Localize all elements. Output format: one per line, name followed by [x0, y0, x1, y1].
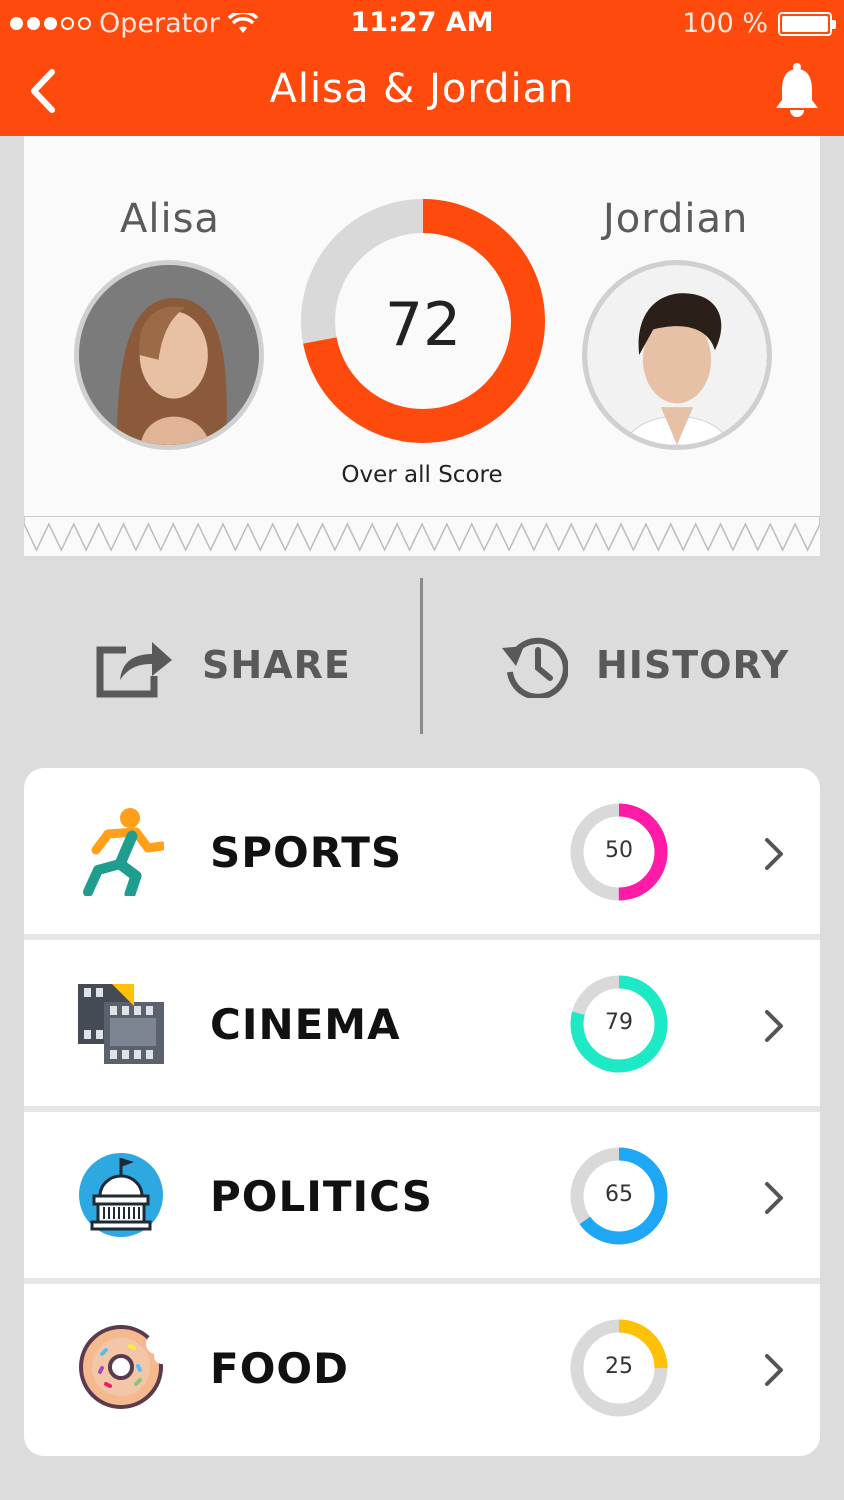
category-score: 50 [605, 838, 633, 863]
action-divider [420, 578, 423, 734]
category-label: SPORTS [210, 828, 403, 877]
bell-icon[interactable] [772, 62, 822, 118]
category-list: SPORTS 50 CINEMA 79 POLITICS 65 FOOD 25 [24, 768, 820, 1456]
category-row-politics[interactable]: POLITICS 65 [24, 1112, 820, 1278]
zigzag-edge [24, 516, 820, 552]
category-row-sports[interactable]: SPORTS 50 [24, 768, 820, 934]
battery-info: 100 % [682, 8, 836, 39]
runner-icon [83, 808, 164, 896]
chevron-right-icon [765, 1354, 783, 1386]
chevron-right-icon [765, 1182, 783, 1214]
share-label: SHARE [202, 643, 351, 687]
battery-icon [778, 11, 836, 36]
overall-score-value: 72 [384, 290, 462, 360]
film-icon [78, 984, 164, 1064]
status-bar: Operator 11:27 AM 100 % [0, 0, 844, 50]
partner-left-name: Alisa [120, 196, 220, 242]
share-button[interactable]: SHARE [96, 620, 351, 710]
chevron-right-icon [765, 1010, 783, 1042]
avatar-jordian[interactable] [582, 260, 772, 450]
partner-right-name: Jordian [603, 196, 749, 242]
page-title: Alisa & Jordian [269, 66, 575, 112]
history-icon [502, 637, 568, 698]
donut-icon [79, 1325, 164, 1409]
history-button[interactable]: HISTORY [500, 620, 789, 710]
battery-percent: 100 % [682, 8, 768, 39]
capitol-icon [79, 1153, 163, 1237]
category-label: FOOD [210, 1344, 349, 1393]
header-bar: Operator 11:27 AM 100 % Alisa & Jordian [0, 0, 844, 136]
category-score: 25 [605, 1354, 633, 1379]
category-score: 65 [605, 1182, 633, 1207]
history-label: HISTORY [596, 643, 790, 687]
category-label: POLITICS [210, 1172, 434, 1221]
category-score: 79 [605, 1010, 633, 1035]
category-label: CINEMA [210, 1000, 401, 1049]
overall-score-label: Over all Score [341, 462, 503, 488]
share-icon [96, 642, 172, 698]
category-row-food[interactable]: FOOD 25 [24, 1284, 820, 1456]
category-row-cinema[interactable]: CINEMA 79 [24, 940, 820, 1106]
avatar-alisa[interactable] [74, 260, 264, 450]
chevron-right-icon [765, 838, 783, 870]
